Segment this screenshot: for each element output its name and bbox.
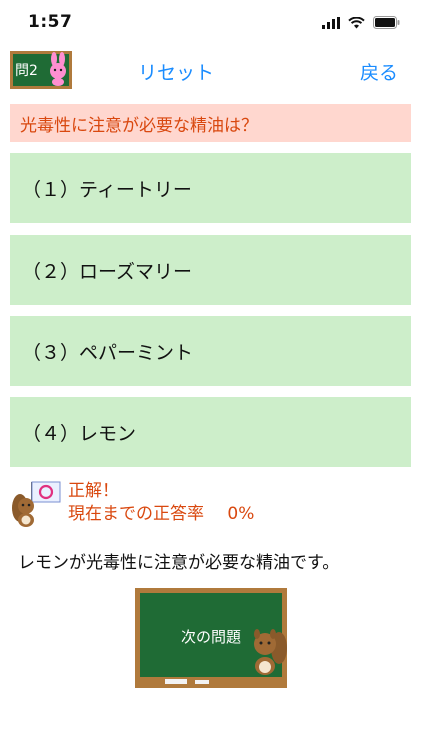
correct-rate-label: 現在までの正答率 [68,504,204,524]
reset-button[interactable]: リセット [138,58,214,85]
status-icons [322,14,400,33]
question-number-badge: 問2 [10,51,72,89]
choice-label: （２）ローズマリー [22,260,193,283]
choice-label: （３）ペパーミント [22,341,194,364]
correct-circle-flag-icon [31,481,61,508]
choice-label: （４）レモン [22,422,137,445]
explanation-text: レモンが光毒性に注意が必要な精油です。 [18,553,340,573]
question-box: 光毒性に注意が必要な精油は？ [10,104,411,142]
question-text: 光毒性に注意が必要な精油は？ [20,115,258,136]
correct-rate-value: 0% [227,504,255,524]
result-verdict: 正解！ [68,481,119,501]
back-button[interactable]: 戻る [360,58,398,85]
choice-2-button[interactable]: （２）ローズマリー [10,235,411,305]
choice-4-button[interactable]: （４）レモン [10,397,411,467]
battery-icon [373,14,400,33]
squirrel-icon [10,478,64,528]
header: 問2 リセット 戻る [0,48,422,94]
status-bar: 1:57 [0,0,422,44]
result-panel: 正解！ 現在までの正答率 0% [10,478,410,528]
choice-label: （１）ティートリー [22,178,192,201]
question-number-label: 問2 [15,63,38,79]
signal-icon [322,14,340,33]
next-question-button[interactable]: 次の問題 [135,588,287,688]
wifi-icon [348,14,365,33]
choice-3-button[interactable]: （３）ペパーミント [10,316,411,386]
choice-1-button[interactable]: （１）ティートリー [10,153,411,223]
correct-rate-row: 現在までの正答率 0% [68,503,272,526]
result-text: 正解！ 現在までの正答率 0% [68,480,272,526]
status-time: 1:57 [28,12,73,32]
